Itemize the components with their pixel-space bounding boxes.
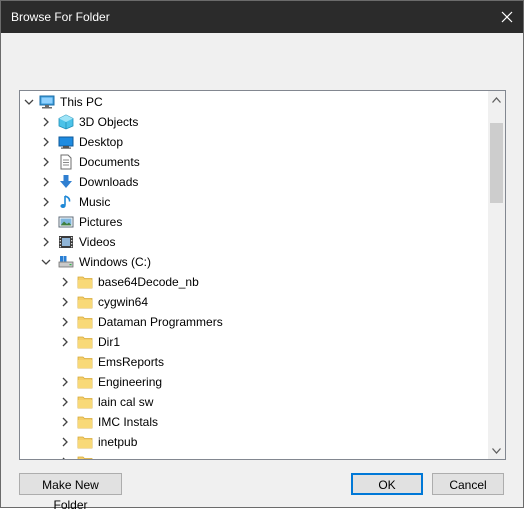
tree-item-label: Videos (79, 235, 116, 249)
tree-item-label: Engineering (98, 375, 163, 389)
chevron-right-icon[interactable] (60, 277, 70, 287)
folder-icon (77, 356, 93, 369)
close-button[interactable] (491, 1, 523, 33)
tree-item-label: cygwin64 (98, 295, 149, 309)
chevron-right-icon[interactable] (41, 137, 51, 147)
tree-item-label: IMC Instals (98, 415, 159, 429)
chevron-down-icon[interactable] (24, 97, 34, 107)
folder-tree-list: This PC 3D Objects Desktop Documents Dow… (20, 91, 488, 459)
tree-item-label: This PC (60, 95, 103, 109)
computer-icon (39, 95, 55, 109)
browse-for-folder-dialog: Browse For Folder This PC 3D Objects Des… (0, 0, 524, 512)
tree-item-label: inetpub (98, 435, 138, 449)
tree-item-label: Music (79, 195, 111, 209)
tree-item-folder[interactable]: cygwin64 (20, 292, 488, 312)
folder-icon (77, 316, 93, 329)
scroll-down-button[interactable] (488, 442, 505, 459)
vertical-scrollbar[interactable] (488, 91, 505, 459)
tree-item-label: lain cal sw (98, 395, 154, 409)
3d-objects-icon (58, 114, 74, 130)
chevron-right-icon[interactable] (60, 417, 70, 427)
chevron-right-icon[interactable] (41, 157, 51, 167)
folder-icon (77, 396, 93, 409)
chevron-right-icon[interactable] (60, 457, 70, 459)
tree-item-label: Downloads (79, 175, 139, 189)
chevron-right-icon[interactable] (60, 437, 70, 447)
tree-item-label: Windows (C:) (79, 255, 152, 269)
downloads-icon (60, 175, 72, 188)
scrollbar-thumb[interactable] (490, 123, 503, 203)
chevron-right-icon[interactable] (60, 377, 70, 387)
pictures-icon (58, 216, 74, 228)
tree-item-this-pc[interactable]: This PC (20, 92, 488, 112)
close-icon (501, 11, 513, 23)
tree-item-label: EmsReports (98, 355, 165, 369)
folder-icon (77, 336, 93, 349)
chevron-right-icon[interactable] (60, 297, 70, 307)
folder-icon (77, 376, 93, 389)
tree-item-folder[interactable]: lain cal sw (20, 392, 488, 412)
window-title: Browse For Folder (11, 10, 110, 24)
chevron-right-icon[interactable] (60, 337, 70, 347)
tree-item-music[interactable]: Music (20, 192, 488, 212)
tree-item-folder[interactable]: IMC Instals (20, 412, 488, 432)
tree-item-label: Dataman Programmers (98, 315, 223, 329)
tree-item-videos[interactable]: Videos (20, 232, 488, 252)
tree-item-label: Documents (79, 155, 140, 169)
chevron-right-icon[interactable] (41, 217, 51, 227)
chevron-up-icon (492, 97, 501, 103)
chevron-right-icon[interactable] (41, 237, 51, 247)
videos-icon (59, 236, 73, 248)
scroll-up-button[interactable] (488, 91, 505, 108)
tree-item-label: Desktop (79, 135, 124, 149)
ok-button[interactable]: OK (351, 473, 423, 495)
drive-icon (58, 256, 74, 268)
folder-icon (77, 416, 93, 429)
music-icon (60, 195, 71, 208)
folder-icon (77, 456, 93, 459)
tree-item-folder[interactable]: Dataman Programmers (20, 312, 488, 332)
chevron-right-icon[interactable] (60, 397, 70, 407)
cancel-button[interactable]: Cancel (432, 473, 504, 495)
chevron-right-icon[interactable] (41, 197, 51, 207)
folder-icon (77, 296, 93, 309)
tree-item-folder[interactable]: Dir1 (20, 332, 488, 352)
tree-item-folder[interactable]: base64Decode_nb (20, 272, 488, 292)
tree-item-label: Dir1 (98, 335, 121, 349)
make-new-folder-button[interactable]: Make New Folder (19, 473, 122, 512)
tree-item-3d-objects[interactable]: 3D Objects (20, 112, 488, 132)
tree-item-pictures[interactable]: Pictures (20, 212, 488, 232)
folder-icon (77, 276, 93, 289)
documents-icon (60, 154, 72, 170)
title-bar[interactable]: Browse For Folder (1, 1, 523, 33)
tree-item-label: Pictures (79, 215, 123, 229)
tree-item-desktop[interactable]: Desktop (20, 132, 488, 152)
tree-item-folder[interactable]: EmsReports (20, 352, 488, 372)
tree-item-folder[interactable]: inetpub (20, 432, 488, 452)
chevron-down-icon (492, 448, 501, 454)
chevron-right-icon[interactable] (41, 177, 51, 187)
tree-item-downloads[interactable]: Downloads (20, 172, 488, 192)
tree-item-windows-c[interactable]: Windows (C:) (20, 252, 488, 272)
chevron-down-icon[interactable] (41, 257, 51, 267)
tree-item-folder-partial[interactable] (20, 452, 488, 459)
folder-icon (77, 436, 93, 449)
tree-item-folder[interactable]: Engineering (20, 372, 488, 392)
tree-item-label: base64Decode_nb (98, 275, 199, 289)
tree-item-documents[interactable]: Documents (20, 152, 488, 172)
folder-tree[interactable]: This PC 3D Objects Desktop Documents Dow… (19, 90, 506, 460)
desktop-icon (58, 136, 74, 149)
tree-item-label: 3D Objects (79, 115, 139, 129)
chevron-right-icon[interactable] (41, 117, 51, 127)
chevron-right-icon[interactable] (60, 317, 70, 327)
